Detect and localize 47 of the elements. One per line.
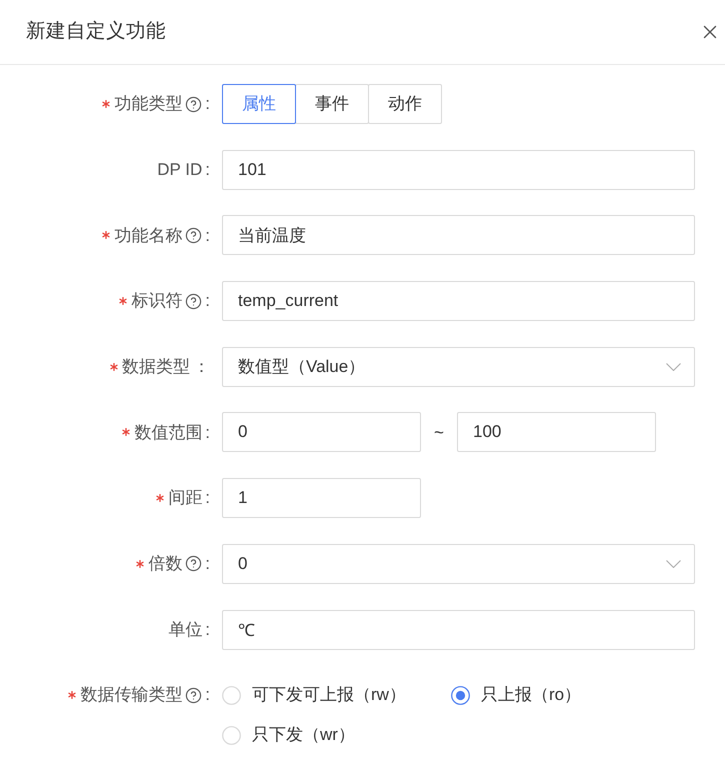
radio-label[interactable]: 只上报（ro） (481, 682, 582, 708)
type-tab[interactable]: 属性 (222, 84, 296, 124)
radio-label[interactable]: 只下发（wr） (252, 722, 355, 748)
field-label: 数值范围 (134, 422, 202, 444)
label-colon: ： (193, 356, 210, 378)
field-label: 标识符 (131, 290, 182, 312)
radio-icon[interactable] (222, 726, 241, 745)
label-colon: : (205, 422, 210, 444)
field-label: 数据类型 (122, 356, 190, 378)
label-colon: : (205, 93, 210, 116)
select-field[interactable]: 0 (222, 544, 695, 584)
radio-label[interactable]: 可下发可上报（rw） (252, 682, 406, 708)
field-label: 倍数 (148, 553, 182, 576)
field-label: 功能类型 (114, 93, 182, 116)
text-input[interactable]: temp_current (222, 281, 695, 322)
text-input[interactable]: 1 (222, 478, 421, 518)
field-label: 间距 (168, 487, 202, 510)
max-input[interactable]: 100 (457, 412, 656, 452)
chevron-down-icon (666, 560, 681, 568)
label-colon: : (205, 553, 210, 576)
label-colon: : (205, 487, 210, 510)
type-tab[interactable]: 动作 (368, 84, 442, 124)
label-colon: : (205, 290, 210, 312)
field-label: 功能名称 (114, 224, 182, 247)
type-tab[interactable]: 事件 (295, 84, 369, 124)
min-input[interactable]: 0 (222, 412, 421, 452)
help-icon[interactable] (185, 555, 202, 572)
help-icon[interactable] (185, 226, 202, 244)
text-input[interactable]: 101 (222, 150, 695, 190)
label-colon: : (205, 158, 210, 181)
label-colon: : (205, 618, 210, 641)
radio-icon[interactable] (222, 686, 241, 705)
help-icon[interactable] (185, 292, 202, 310)
help-icon[interactable] (185, 96, 202, 112)
label-colon: : (205, 684, 210, 706)
dialog-title: 新建自定义功能 (26, 19, 166, 44)
help-icon[interactable] (185, 686, 202, 704)
field-label: 单位 (168, 618, 202, 641)
field-label: 数据传输类型 (80, 684, 182, 706)
range-separator: ~ (434, 422, 444, 444)
field-label: DP ID (157, 158, 202, 181)
chevron-down-icon (666, 362, 681, 371)
radio-selected-icon[interactable] (451, 686, 470, 705)
select-field[interactable]: 数值型（Value） (222, 346, 695, 387)
label-colon: : (205, 224, 210, 247)
text-input[interactable]: ℃ (222, 610, 695, 650)
text-input[interactable]: 当前温度 (222, 215, 695, 256)
